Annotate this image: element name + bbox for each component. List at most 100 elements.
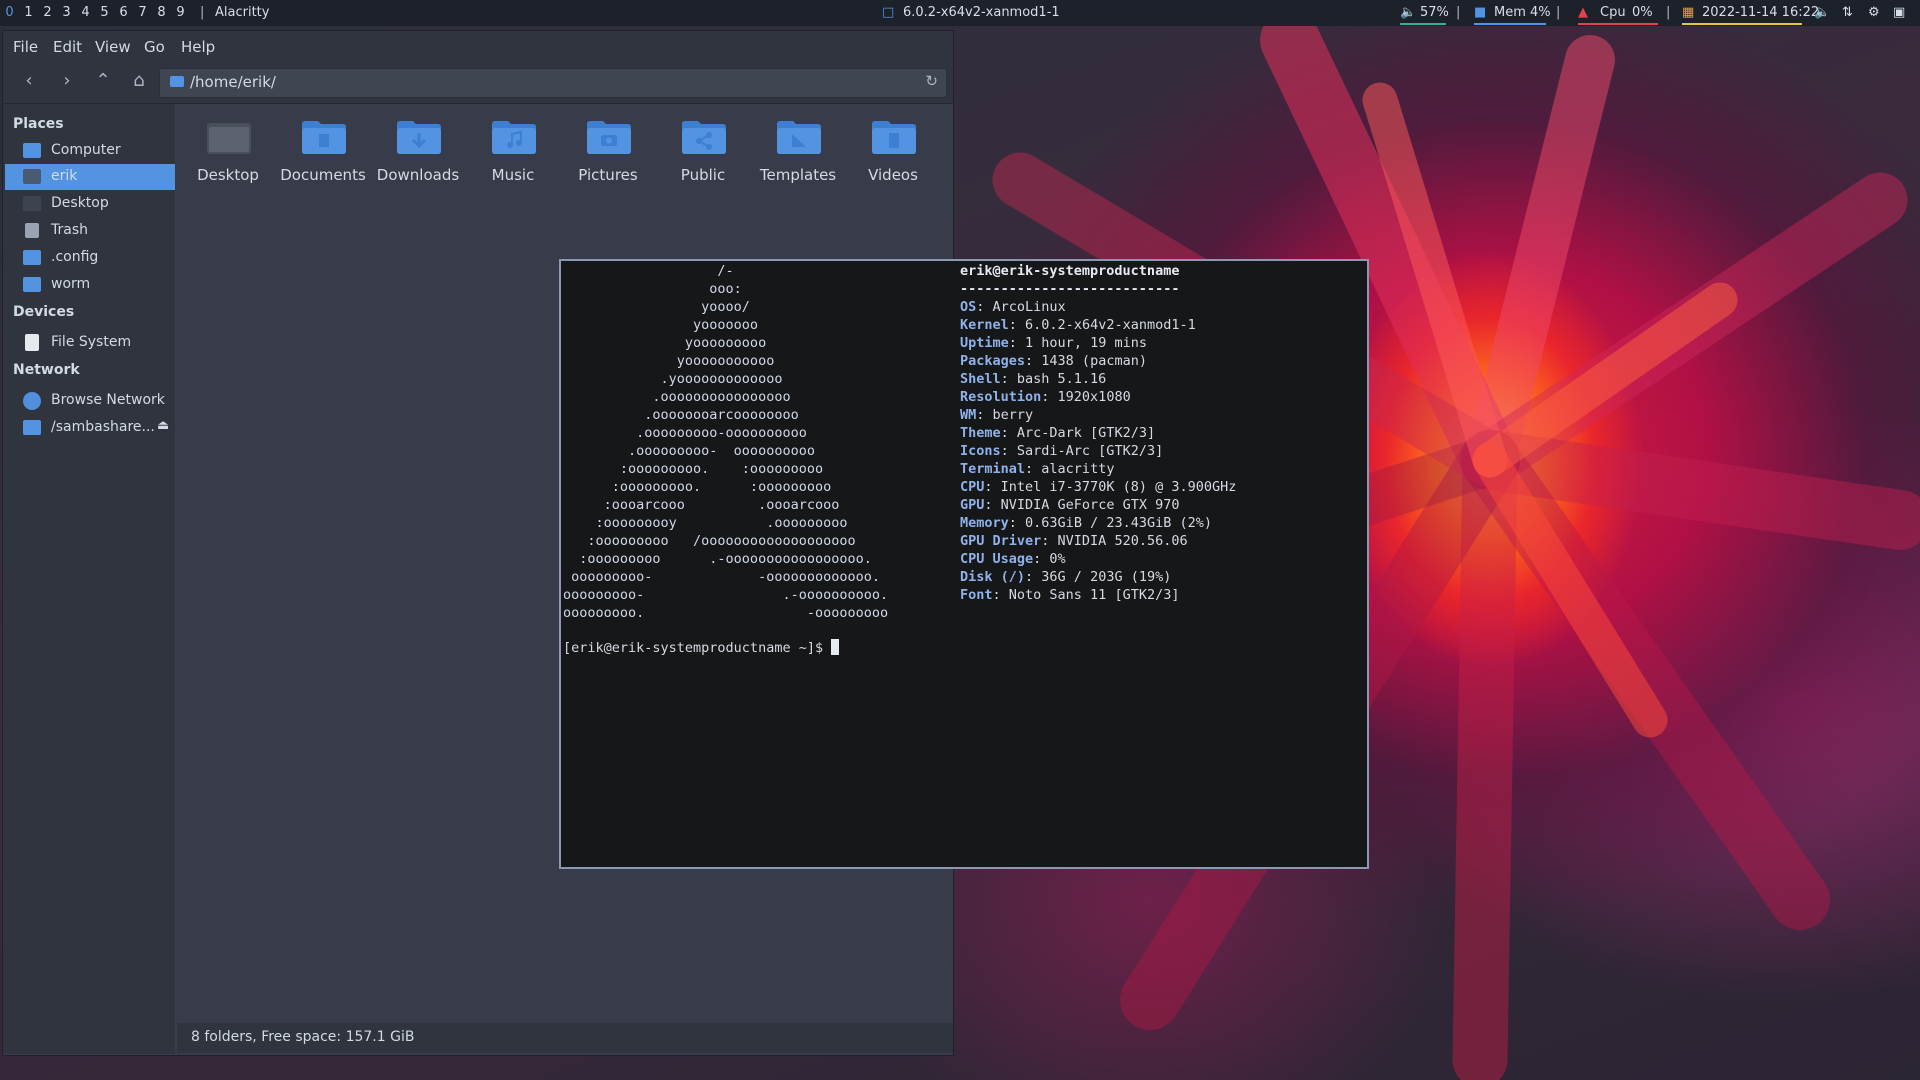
sidebar-item-desktop[interactable]: Desktop [5,191,175,217]
ascii-logo-line: ooo: [563,281,742,297]
folder-label: Videos [868,166,918,184]
ascii-logo-line: /- [563,263,734,279]
info-colon: : [1008,515,1026,531]
folder-music[interactable]: Music [466,114,556,194]
system-info-row: Theme: Arc-Dark [GTK2/3] [960,424,1155,442]
info-colon: : [1000,443,1017,459]
info-key: CPU [960,479,985,495]
tray-display-icon[interactable]: ▣ [1893,0,1905,26]
menu-help[interactable]: Help [181,38,215,56]
separator: | [1556,5,1561,20]
info-value: 36G / 203G (19%) [1041,569,1172,585]
workspace-1[interactable]: 1 [19,0,38,26]
shell-prompt: [erik@erik-systemproductname ~]$ [563,640,832,656]
info-colon: : [1033,551,1050,567]
memory-underline [1474,23,1546,25]
info-colon: : [1025,569,1042,585]
folder-documents[interactable]: Documents [276,114,366,194]
sidebar-item-sambashare[interactable]: /sambashare... ⏏ [5,415,175,441]
ascii-logo-line: yooooooooooo [563,353,775,369]
devices-heading: Devices [13,304,75,320]
sidebar-item-label: Trash [51,222,88,238]
ascii-logo-line: :ooooooooy .ooooooooo [563,515,848,531]
shell-prompt-line[interactable]: [erik@erik-systemproductname ~]$ [563,639,840,657]
sidebar: Places Computer erik Desktop Trash .conf… [3,104,175,1054]
info-key: Packages [960,353,1026,369]
workspace-7[interactable]: 7 [133,0,152,26]
music-folder-icon [492,121,536,154]
ascii-logo-line: :oooarcooo .oooarcooo [563,497,840,513]
home-icon[interactable]: ⌂ [125,67,153,95]
public-folder-icon [682,121,726,154]
neofetch-title: erik@erik-systemproductname [960,263,1180,279]
toolbar: ‹ › ⌃ ⌂ /home/erik/ ↻ [3,61,953,104]
info-value: NVIDIA GeForce GTX 970 [1000,497,1180,513]
folder-videos[interactable]: Videos [846,114,936,194]
info-key: Resolution [960,389,1042,405]
info-key: Theme [960,425,1001,441]
tray-settings-icon[interactable]: ⚙ [1868,0,1880,26]
sidebar-item-file-system[interactable]: File System [5,330,175,356]
computer-icon [23,143,41,158]
sidebar-item-browse-network[interactable]: Browse Network [5,388,175,414]
eject-icon[interactable]: ⏏ [157,418,169,433]
workspace-3[interactable]: 3 [57,0,76,26]
sidebar-item-computer[interactable]: Computer [5,138,175,164]
menu-file[interactable]: File [13,38,38,56]
system-info-row: Terminal: alacritty [960,460,1114,478]
menu-view[interactable]: View [95,38,131,56]
forward-icon[interactable]: › [53,67,81,95]
folder-desktop[interactable]: Desktop [181,114,271,194]
system-info-row: WM: berry [960,406,1033,424]
info-key: Memory [960,515,1009,531]
ascii-logo-line: :ooooooooo. :ooooooooo [563,461,824,477]
menu-go[interactable]: Go [144,38,165,56]
workspace-6[interactable]: 6 [114,0,133,26]
menu-bar: File Edit View Go Help [3,31,953,61]
back-icon[interactable]: ‹ [15,67,43,95]
sidebar-item-erik[interactable]: erik [5,164,175,190]
workspace-2[interactable]: 2 [38,0,57,26]
tray-network-icon[interactable]: ⇅ [1842,0,1853,26]
location-bar[interactable]: /home/erik/ ↻ [159,68,947,98]
sidebar-item-trash[interactable]: Trash [5,218,175,244]
folder-icon [23,250,41,265]
network-icon [23,392,41,410]
system-info-row: CPU: Intel i7-3770K (8) @ 3.900GHz [960,478,1236,496]
reload-icon[interactable]: ↻ [925,72,938,90]
ascii-logo-line: .yooooooooooooo [563,371,783,387]
terminal-window[interactable]: /- ooo: yoooo/ yooooooo yooooooooo yoooo… [559,259,1369,869]
sidebar-item-worm[interactable]: worm [5,272,175,298]
workspace-5[interactable]: 5 [95,0,114,26]
folder-label: Public [680,166,726,184]
system-info-row: Icons: Sardi-Arc [GTK2/3] [960,442,1163,460]
tray-volume-icon[interactable]: 🔈 [1814,0,1830,26]
menu-edit[interactable]: Edit [53,38,82,56]
folder-downloads[interactable]: Downloads [371,114,461,194]
info-colon: : [1025,461,1042,477]
workspace-9[interactable]: 9 [171,0,190,26]
system-info-row: Packages: 1438 (pacman) [960,352,1147,370]
up-icon[interactable]: ⌃ [89,67,117,95]
info-value: Sardi-Arc [GTK2/3] [1016,443,1164,459]
desktop-icon [23,196,41,211]
ascii-logo-line: yooooooo [563,317,759,333]
ascii-logo-line: yooooooooo [563,335,767,351]
videos-folder-icon [872,121,916,154]
downloads-folder-icon [397,121,441,154]
folder-templates[interactable]: Templates [751,114,841,194]
workspace-0[interactable]: 0 [0,0,19,26]
folder-public[interactable]: Public [656,114,746,194]
location-path[interactable]: /home/erik/ [190,73,276,91]
workspace-8[interactable]: 8 [152,0,171,26]
sidebar-item-config[interactable]: .config [5,245,175,271]
desktop-folder-icon [207,123,251,154]
info-value: 0% [1049,551,1066,567]
ascii-logo-line: :ooooooooo /ooooooooooooooooooo [563,533,856,549]
date-underline [1682,23,1802,25]
folder-pictures[interactable]: Pictures [561,114,651,194]
active-window-title: Alacritty [215,5,270,20]
folder-label: Documents [280,166,366,184]
separator: | [200,5,205,20]
workspace-4[interactable]: 4 [76,0,95,26]
